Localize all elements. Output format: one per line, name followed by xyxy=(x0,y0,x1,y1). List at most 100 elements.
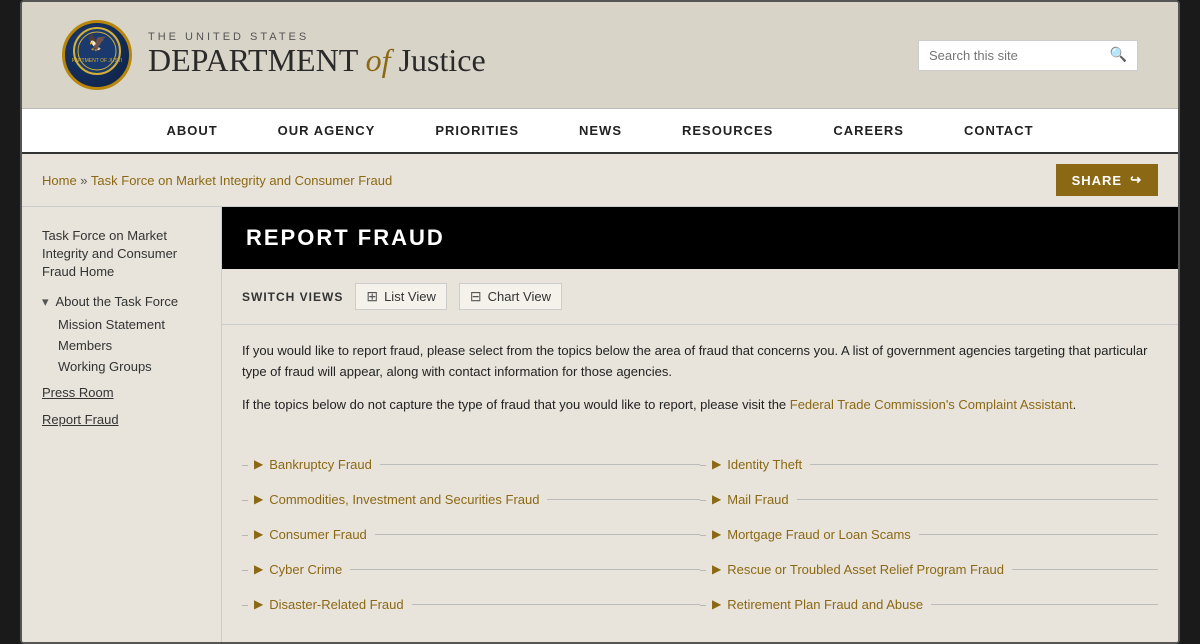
breadcrumb-current[interactable]: Task Force on Market Integrity and Consu… xyxy=(91,173,392,188)
fraud-line xyxy=(919,534,1158,535)
fraud-link-identity[interactable]: Identity Theft xyxy=(727,457,802,472)
arrow-icon: ▶ xyxy=(254,597,263,612)
fraud-line xyxy=(810,464,1158,465)
fraud-line xyxy=(380,464,700,465)
arrow-icon: ▶ xyxy=(254,562,263,577)
fraud-link-cyber[interactable]: Cyber Crime xyxy=(269,562,342,577)
dash-icon: – xyxy=(242,597,248,612)
breadcrumb: Home » Task Force on Market Integrity an… xyxy=(42,173,392,188)
arrow-icon: ▶ xyxy=(254,457,263,472)
fraud-link-retirement[interactable]: Retirement Plan Fraud and Abuse xyxy=(727,597,923,612)
fraud-line xyxy=(797,499,1158,500)
arrow-icon: ▶ xyxy=(712,457,721,472)
fraud-link-mail[interactable]: Mail Fraud xyxy=(727,492,788,507)
nav-about[interactable]: ABOUT xyxy=(136,109,247,152)
content-area: Task Force on Market Integrity and Consu… xyxy=(22,207,1178,642)
dash-icon: – xyxy=(700,492,706,507)
arrow-icon: ▶ xyxy=(712,562,721,577)
nav-our-agency[interactable]: OUR AGENCY xyxy=(248,109,406,152)
list-item: – ▶ Identity Theft xyxy=(700,447,1158,482)
dept-of: of xyxy=(366,42,399,78)
sidebar-press-room[interactable]: Press Room xyxy=(42,379,211,406)
fraud-link-bankruptcy[interactable]: Bankruptcy Fraud xyxy=(269,457,372,472)
fraud-grid: – ▶ Bankruptcy Fraud – ▶ Commodities, In… xyxy=(242,447,1158,622)
sidebar-arrow-icon: ▾ xyxy=(42,294,49,309)
sidebar-about-section: ▾ About the Task Force xyxy=(42,294,211,310)
search-icon[interactable]: 🔍 xyxy=(1110,47,1127,64)
views-bar: SWITCH VIEWS ⊞ List View ⊟ Chart View xyxy=(222,269,1178,325)
sidebar-about-label[interactable]: About the Task Force xyxy=(55,294,178,309)
sidebar-home-link[interactable]: Task Force on Market Integrity and Consu… xyxy=(42,227,211,282)
fraud-line xyxy=(547,499,700,500)
sidebar-item-mission[interactable]: Mission Statement xyxy=(58,314,211,335)
site-header: 🦅 DEPARTMENT OF JUSTICE THE UNITED STATE… xyxy=(22,2,1178,109)
list-item: – ▶ Mortgage Fraud or Loan Scams xyxy=(700,517,1158,552)
logo-main-title: DEPARTMENT of Justice xyxy=(148,43,486,78)
chart-view-icon: ⊟ xyxy=(470,288,482,305)
dash-icon: – xyxy=(700,457,706,472)
sidebar-item-working-groups[interactable]: Working Groups xyxy=(58,356,211,377)
ftc-link[interactable]: Federal Trade Commission's Complaint Ass… xyxy=(790,397,1073,412)
share-icon: ↪ xyxy=(1130,172,1142,188)
doj-seal: 🦅 DEPARTMENT OF JUSTICE xyxy=(62,20,132,90)
nav-news[interactable]: NEWS xyxy=(549,109,652,152)
arrow-icon: ▶ xyxy=(712,597,721,612)
arrow-icon: ▶ xyxy=(254,527,263,542)
search-box[interactable]: 🔍 xyxy=(918,40,1138,71)
list-item: – ▶ Commodities, Investment and Securiti… xyxy=(242,482,700,517)
dept-part2: Justice xyxy=(399,42,486,78)
list-item: – ▶ Mail Fraud xyxy=(700,482,1158,517)
fraud-link-mortgage[interactable]: Mortgage Fraud or Loan Scams xyxy=(727,527,911,542)
nav-priorities[interactable]: PRIORITIES xyxy=(405,109,549,152)
fraud-line xyxy=(412,604,700,605)
sidebar-item-members[interactable]: Members xyxy=(58,335,211,356)
chart-view-button[interactable]: ⊟ Chart View xyxy=(459,283,562,310)
fraud-line xyxy=(350,569,700,570)
dash-icon: – xyxy=(242,527,248,542)
fraud-line xyxy=(931,604,1158,605)
fraud-link-disaster[interactable]: Disaster-Related Fraud xyxy=(269,597,403,612)
switch-views-label: SWITCH VIEWS xyxy=(242,290,343,304)
list-item: – ▶ Cyber Crime xyxy=(242,552,700,587)
nav-resources[interactable]: RESOURCES xyxy=(652,109,803,152)
nav-careers[interactable]: CAREERS xyxy=(803,109,934,152)
description-p2: If the topics below do not capture the t… xyxy=(242,395,1158,416)
nav-contact[interactable]: CONTACT xyxy=(934,109,1064,152)
fraud-right-col: – ▶ Identity Theft – ▶ Mail Fraud xyxy=(700,447,1158,622)
fraud-list: – ▶ Bankruptcy Fraud – ▶ Commodities, In… xyxy=(222,437,1178,642)
share-button[interactable]: SHARE ↪ xyxy=(1056,164,1158,196)
description-p1: If you would like to report fraud, pleas… xyxy=(242,341,1158,383)
list-item: – ▶ Retirement Plan Fraud and Abuse xyxy=(700,587,1158,622)
fraud-left-col: – ▶ Bankruptcy Fraud – ▶ Commodities, In… xyxy=(242,447,700,622)
dash-icon: – xyxy=(700,597,706,612)
browser-frame: 🦅 DEPARTMENT OF JUSTICE THE UNITED STATE… xyxy=(20,0,1180,644)
sidebar: Task Force on Market Integrity and Consu… xyxy=(22,207,222,642)
list-view-icon: ⊞ xyxy=(366,288,378,305)
list-view-button[interactable]: ⊞ List View xyxy=(355,283,447,310)
sidebar-sub-items: Mission Statement Members Working Groups xyxy=(42,314,211,377)
logo-text: THE UNITED STATES DEPARTMENT of Justice xyxy=(148,31,486,78)
arrow-icon: ▶ xyxy=(712,492,721,507)
svg-text:🦅: 🦅 xyxy=(87,33,107,52)
list-item: – ▶ Disaster-Related Fraud xyxy=(242,587,700,622)
fraud-line xyxy=(1012,569,1158,570)
dash-icon: – xyxy=(242,492,248,507)
dash-icon: – xyxy=(242,562,248,577)
fraud-line xyxy=(375,534,700,535)
search-input[interactable] xyxy=(929,48,1110,63)
dash-icon: – xyxy=(700,562,706,577)
search-area: 🔍 xyxy=(918,40,1138,71)
list-item: – ▶ Bankruptcy Fraud xyxy=(242,447,700,482)
fraud-link-commodities[interactable]: Commodities, Investment and Securities F… xyxy=(269,492,539,507)
list-item: – ▶ Consumer Fraud xyxy=(242,517,700,552)
main-content: REPORT FRAUD SWITCH VIEWS ⊞ List View ⊟ … xyxy=(222,207,1178,642)
fraud-link-consumer[interactable]: Consumer Fraud xyxy=(269,527,367,542)
share-label: SHARE xyxy=(1072,173,1123,188)
description-area: If you would like to report fraud, pleas… xyxy=(222,325,1178,437)
dash-icon: – xyxy=(242,457,248,472)
logo-area: 🦅 DEPARTMENT OF JUSTICE THE UNITED STATE… xyxy=(62,20,486,90)
sidebar-report-fraud[interactable]: Report Fraud xyxy=(42,406,211,433)
breadcrumb-home[interactable]: Home xyxy=(42,173,77,188)
fraud-link-rescue[interactable]: Rescue or Troubled Asset Relief Program … xyxy=(727,562,1004,577)
page-title: REPORT FRAUD xyxy=(222,207,1178,269)
